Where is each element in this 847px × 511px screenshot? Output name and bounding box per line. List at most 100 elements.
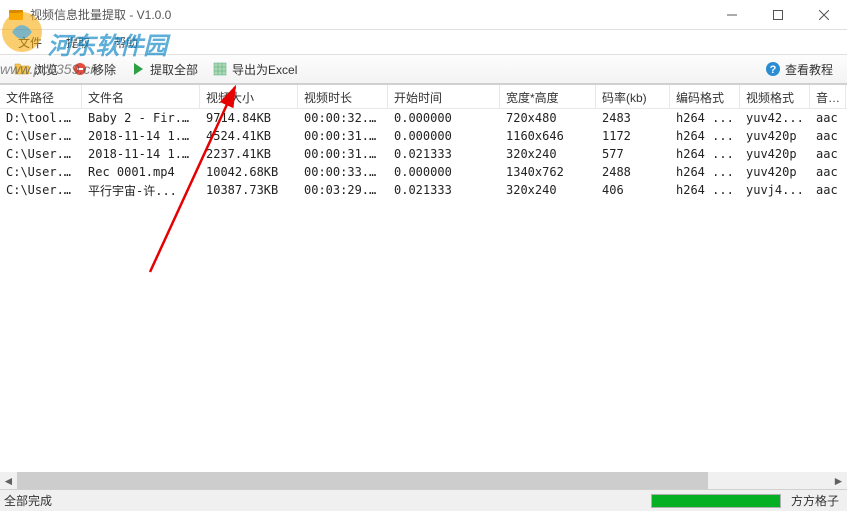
table-cell: 577 <box>596 146 670 162</box>
table-cell: 0.000000 <box>388 164 500 180</box>
excel-icon <box>212 61 228 77</box>
export-excel-button[interactable]: 导出为Excel <box>206 58 303 81</box>
view-tutorial-label: 查看教程 <box>785 61 833 78</box>
table-cell: aac <box>810 164 846 180</box>
remove-icon <box>72 61 88 77</box>
column-header-wh[interactable]: 宽度*高度 <box>500 85 596 108</box>
export-excel-label: 导出为Excel <box>232 61 297 78</box>
progress-bar <box>651 494 781 508</box>
help-icon: ? <box>765 61 781 77</box>
table-cell: Baby 2 - Fir... <box>82 110 200 126</box>
table-cell: C:\User... <box>0 128 82 144</box>
table-row[interactable]: C:\User...平行宇宙-许...10387.73KB00:03:29.11… <box>0 181 847 199</box>
column-header-start[interactable]: 开始时间 <box>388 85 500 108</box>
menubar: 文件 提取 帮助 <box>0 30 847 54</box>
table-area: 文件路径 文件名 视频大小 视频时长 开始时间 宽度*高度 码率(kb) 编码格… <box>0 84 847 489</box>
table-cell: yuv420p <box>740 164 810 180</box>
table-cell: 0.000000 <box>388 110 500 126</box>
column-header-name[interactable]: 文件名 <box>82 85 200 108</box>
table-row[interactable]: C:\User...2018-11-14 1...4524.41KB00:00:… <box>0 127 847 145</box>
table-cell: h264 ... <box>670 164 740 180</box>
minimize-button[interactable] <box>709 0 755 30</box>
table-cell: 0.021333 <box>388 146 500 162</box>
table-cell: 320x240 <box>500 182 596 198</box>
table-cell: 1172 <box>596 128 670 144</box>
browse-button[interactable]: 浏览 <box>8 58 64 81</box>
table-cell: 0.021333 <box>388 182 500 198</box>
svg-text:?: ? <box>770 64 777 76</box>
table-cell: 平行宇宙-许... <box>82 181 200 200</box>
remove-label: 移除 <box>92 61 116 78</box>
table-cell: 2237.41KB <box>200 146 298 162</box>
table-cell: 0.000000 <box>388 128 500 144</box>
table-cell: 00:03:29.11 <box>298 182 388 198</box>
table-row[interactable]: C:\User...Rec 0001.mp410042.68KB00:00:33… <box>0 163 847 181</box>
table-cell: aac <box>810 128 846 144</box>
table-cell: 2018-11-14 1... <box>82 128 200 144</box>
table-header: 文件路径 文件名 视频大小 视频时长 开始时间 宽度*高度 码率(kb) 编码格… <box>0 85 847 109</box>
table-cell: aac <box>810 110 846 126</box>
scroll-right-button[interactable]: ► <box>830 472 847 489</box>
status-brand: 方方格子 <box>787 492 843 509</box>
table-cell: 4524.41KB <box>200 128 298 144</box>
scroll-left-button[interactable]: ◄ <box>0 472 17 489</box>
table-cell: 320x240 <box>500 146 596 162</box>
toolbar: 浏览 移除 提取全部 导出为Excel ? 查看教程 <box>0 54 847 84</box>
play-icon <box>130 61 146 77</box>
table-cell: 10387.73KB <box>200 182 298 198</box>
column-header-afmt[interactable]: 音频 <box>810 85 846 108</box>
progress-fill <box>652 495 780 507</box>
menu-file[interactable]: 文件 <box>8 31 52 54</box>
table-cell: 00:00:33.07 <box>298 164 388 180</box>
scroll-track[interactable] <box>17 472 830 489</box>
column-header-enc[interactable]: 编码格式 <box>670 85 740 108</box>
table-cell: C:\User... <box>0 182 82 198</box>
menu-help[interactable]: 帮助 <box>104 31 148 54</box>
statusbar: 全部完成 方方格子 <box>0 489 847 511</box>
table-cell: 2483 <box>596 110 670 126</box>
table-cell: C:\User... <box>0 164 82 180</box>
column-header-size[interactable]: 视频大小 <box>200 85 298 108</box>
extract-all-label: 提取全部 <box>150 61 198 78</box>
table-cell: D:\tool... <box>0 110 82 126</box>
table-cell: 406 <box>596 182 670 198</box>
browse-label: 浏览 <box>34 61 58 78</box>
column-header-path[interactable]: 文件路径 <box>0 85 82 108</box>
column-header-bitrate[interactable]: 码率(kb) <box>596 85 670 108</box>
horizontal-scrollbar[interactable]: ◄ ► <box>0 472 847 489</box>
view-tutorial-button[interactable]: ? 查看教程 <box>759 58 839 81</box>
close-button[interactable] <box>801 0 847 30</box>
maximize-button[interactable] <box>755 0 801 30</box>
table-row[interactable]: C:\User...2018-11-14 1...2237.41KB00:00:… <box>0 145 847 163</box>
table-cell: h264 ... <box>670 110 740 126</box>
table-cell: h264 ... <box>670 146 740 162</box>
table-cell: 10042.68KB <box>200 164 298 180</box>
table-cell: aac <box>810 182 846 198</box>
table-cell: 1160x646 <box>500 128 596 144</box>
table-cell: 1340x762 <box>500 164 596 180</box>
table-cell: h264 ... <box>670 182 740 198</box>
status-text: 全部完成 <box>4 492 645 509</box>
menu-extract[interactable]: 提取 <box>56 31 100 54</box>
folder-icon <box>14 61 30 77</box>
table-cell: Rec 0001.mp4 <box>82 164 200 180</box>
table-cell: 9714.84KB <box>200 110 298 126</box>
table-cell: 720x480 <box>500 110 596 126</box>
table-cell: h264 ... <box>670 128 740 144</box>
table-cell: 2488 <box>596 164 670 180</box>
table-cell: aac <box>810 146 846 162</box>
window-controls <box>709 0 847 29</box>
table-cell: yuv420p <box>740 146 810 162</box>
table-cell: 2018-11-14 1... <box>82 146 200 162</box>
scroll-thumb[interactable] <box>17 472 708 489</box>
column-header-duration[interactable]: 视频时长 <box>298 85 388 108</box>
table-body: D:\tool...Baby 2 - Fir...9714.84KB00:00:… <box>0 109 847 199</box>
table-cell: C:\User... <box>0 146 82 162</box>
extract-all-button[interactable]: 提取全部 <box>124 58 204 81</box>
column-header-vfmt[interactable]: 视频格式 <box>740 85 810 108</box>
remove-button[interactable]: 移除 <box>66 58 122 81</box>
window-title: 视频信息批量提取 - V1.0.0 <box>30 6 709 23</box>
table-row[interactable]: D:\tool...Baby 2 - Fir...9714.84KB00:00:… <box>0 109 847 127</box>
table-cell: yuvj4... <box>740 182 810 198</box>
table-cell: 00:00:32.04 <box>298 110 388 126</box>
